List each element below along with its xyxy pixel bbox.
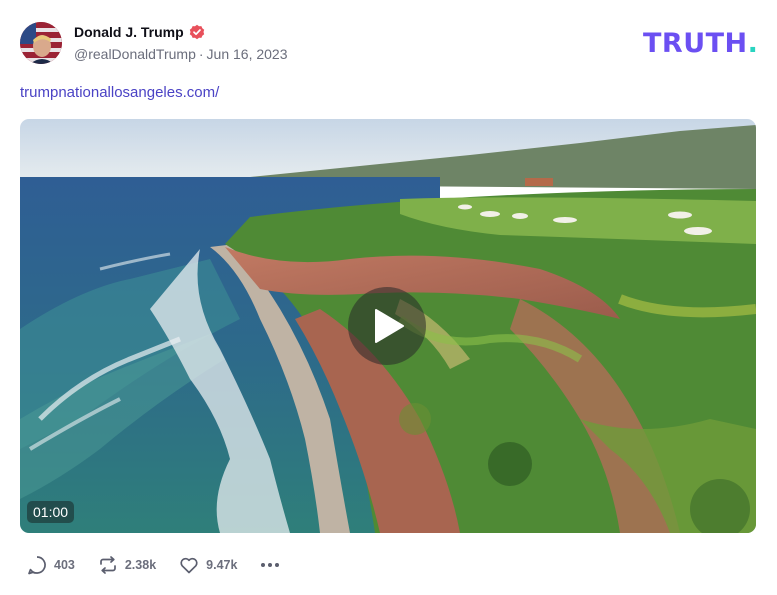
ellipsis-icon — [261, 563, 280, 567]
like-button[interactable]: 9.47k — [178, 554, 237, 576]
reply-icon — [28, 556, 46, 575]
video-player[interactable]: 01:00 — [20, 119, 756, 533]
author-name[interactable]: Donald J. Trump — [74, 24, 184, 40]
post-link[interactable]: trumpnationallosangeles.com/ — [20, 84, 219, 101]
truth-logo-text: TRUTH — [643, 28, 748, 59]
avatar-image — [20, 22, 62, 64]
more-options-button[interactable] — [259, 554, 281, 576]
reply-button[interactable]: 403 — [26, 554, 75, 576]
truth-logo-dot: . — [747, 28, 759, 59]
truth-logo: TRUTH. — [643, 28, 758, 59]
play-button[interactable] — [348, 287, 426, 365]
author-handle[interactable]: @realDonaldTrump — [74, 46, 196, 62]
post-author: Donald J. Trump @realDonaldTrump · Jun 16,… — [74, 23, 288, 62]
retruth-count: 2.38k — [124, 558, 157, 572]
post-actions: 403 2.38k 9.47k — [26, 554, 281, 576]
post-meta: @realDonaldTrump · Jun 16, 2023 — [74, 46, 288, 62]
avatar[interactable] — [20, 22, 62, 64]
truth-post: Donald J. Trump @realDonaldTrump · Jun 16,… — [0, 0, 777, 595]
video-duration: 01:00 — [27, 501, 75, 523]
play-icon — [375, 309, 404, 343]
reply-count: 403 — [54, 558, 75, 572]
retruth-icon — [100, 556, 116, 574]
retruth-button[interactable]: 2.38k — [97, 554, 156, 576]
post-date[interactable]: Jun 16, 2023 — [207, 46, 288, 62]
like-count: 9.47k — [206, 558, 238, 572]
verified-badge-icon — [189, 24, 205, 40]
heart-icon — [180, 557, 198, 574]
